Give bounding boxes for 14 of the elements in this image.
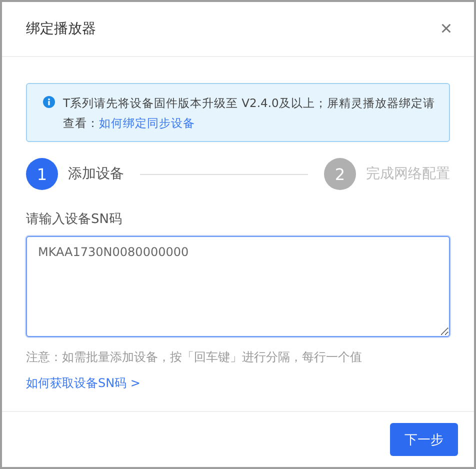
- step-number: 1: [26, 158, 58, 190]
- sn-input-field[interactable]: MKAA1730N0080000000: [26, 236, 450, 337]
- notice-link[interactable]: 如何绑定同步设备: [99, 116, 195, 130]
- step-number: 2: [324, 158, 356, 190]
- step-label: 完成网络配置: [366, 165, 450, 183]
- next-button[interactable]: 下一步: [390, 423, 458, 456]
- info-icon: [43, 96, 55, 108]
- hint-text: 注意：如需批量添加设备，按「回车键」进行分隔，每行一个值: [26, 349, 363, 366]
- help-link[interactable]: 如何获取设备SN码 >: [26, 375, 140, 392]
- close-button[interactable]: ×: [440, 19, 452, 39]
- step-label: 添加设备: [68, 165, 124, 183]
- dialog-title: 绑定播放器: [26, 20, 96, 38]
- field-label: 请输入设备SN码: [26, 211, 123, 228]
- notice-text: T系列请先将设备固件版本升级至 V2.4.0及以上；屏精灵播放器绑定请查看：如何绑定同步设备: [63, 95, 436, 132]
